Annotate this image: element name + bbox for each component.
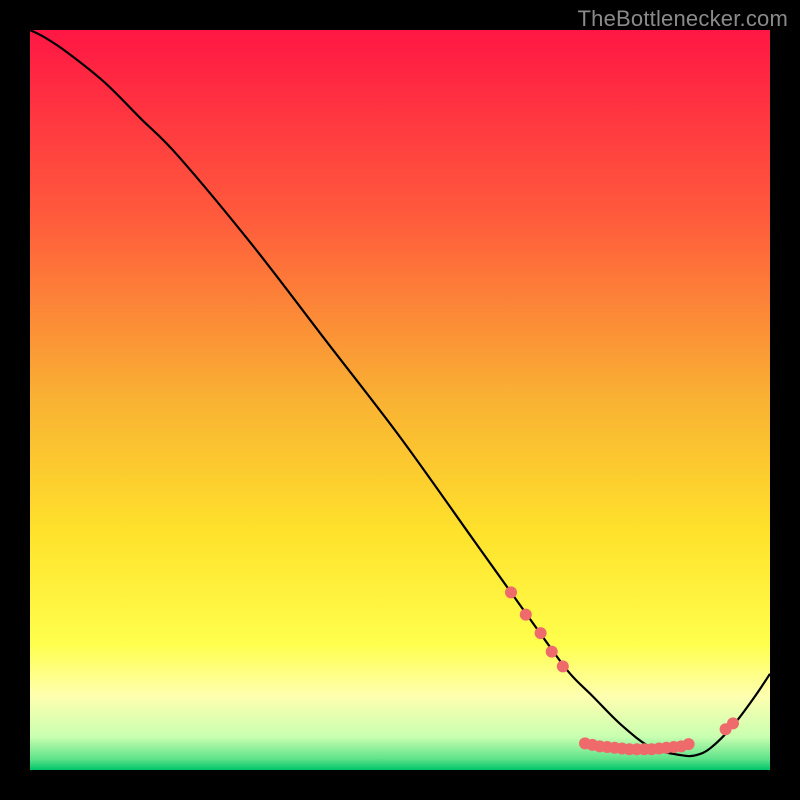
marker-dot	[683, 738, 695, 750]
marker-dot	[727, 717, 739, 729]
watermark-text: TheBottlenecker.com	[578, 6, 788, 32]
chart-frame: TheBottlenecker.com	[0, 0, 800, 800]
marker-dot	[557, 660, 569, 672]
marker-dot	[546, 646, 558, 658]
plot-area	[30, 30, 770, 770]
marker-dot	[535, 627, 547, 639]
marker-dot	[520, 609, 532, 621]
gradient-background	[30, 30, 770, 770]
marker-dot	[505, 586, 517, 598]
chart-svg	[30, 30, 770, 770]
